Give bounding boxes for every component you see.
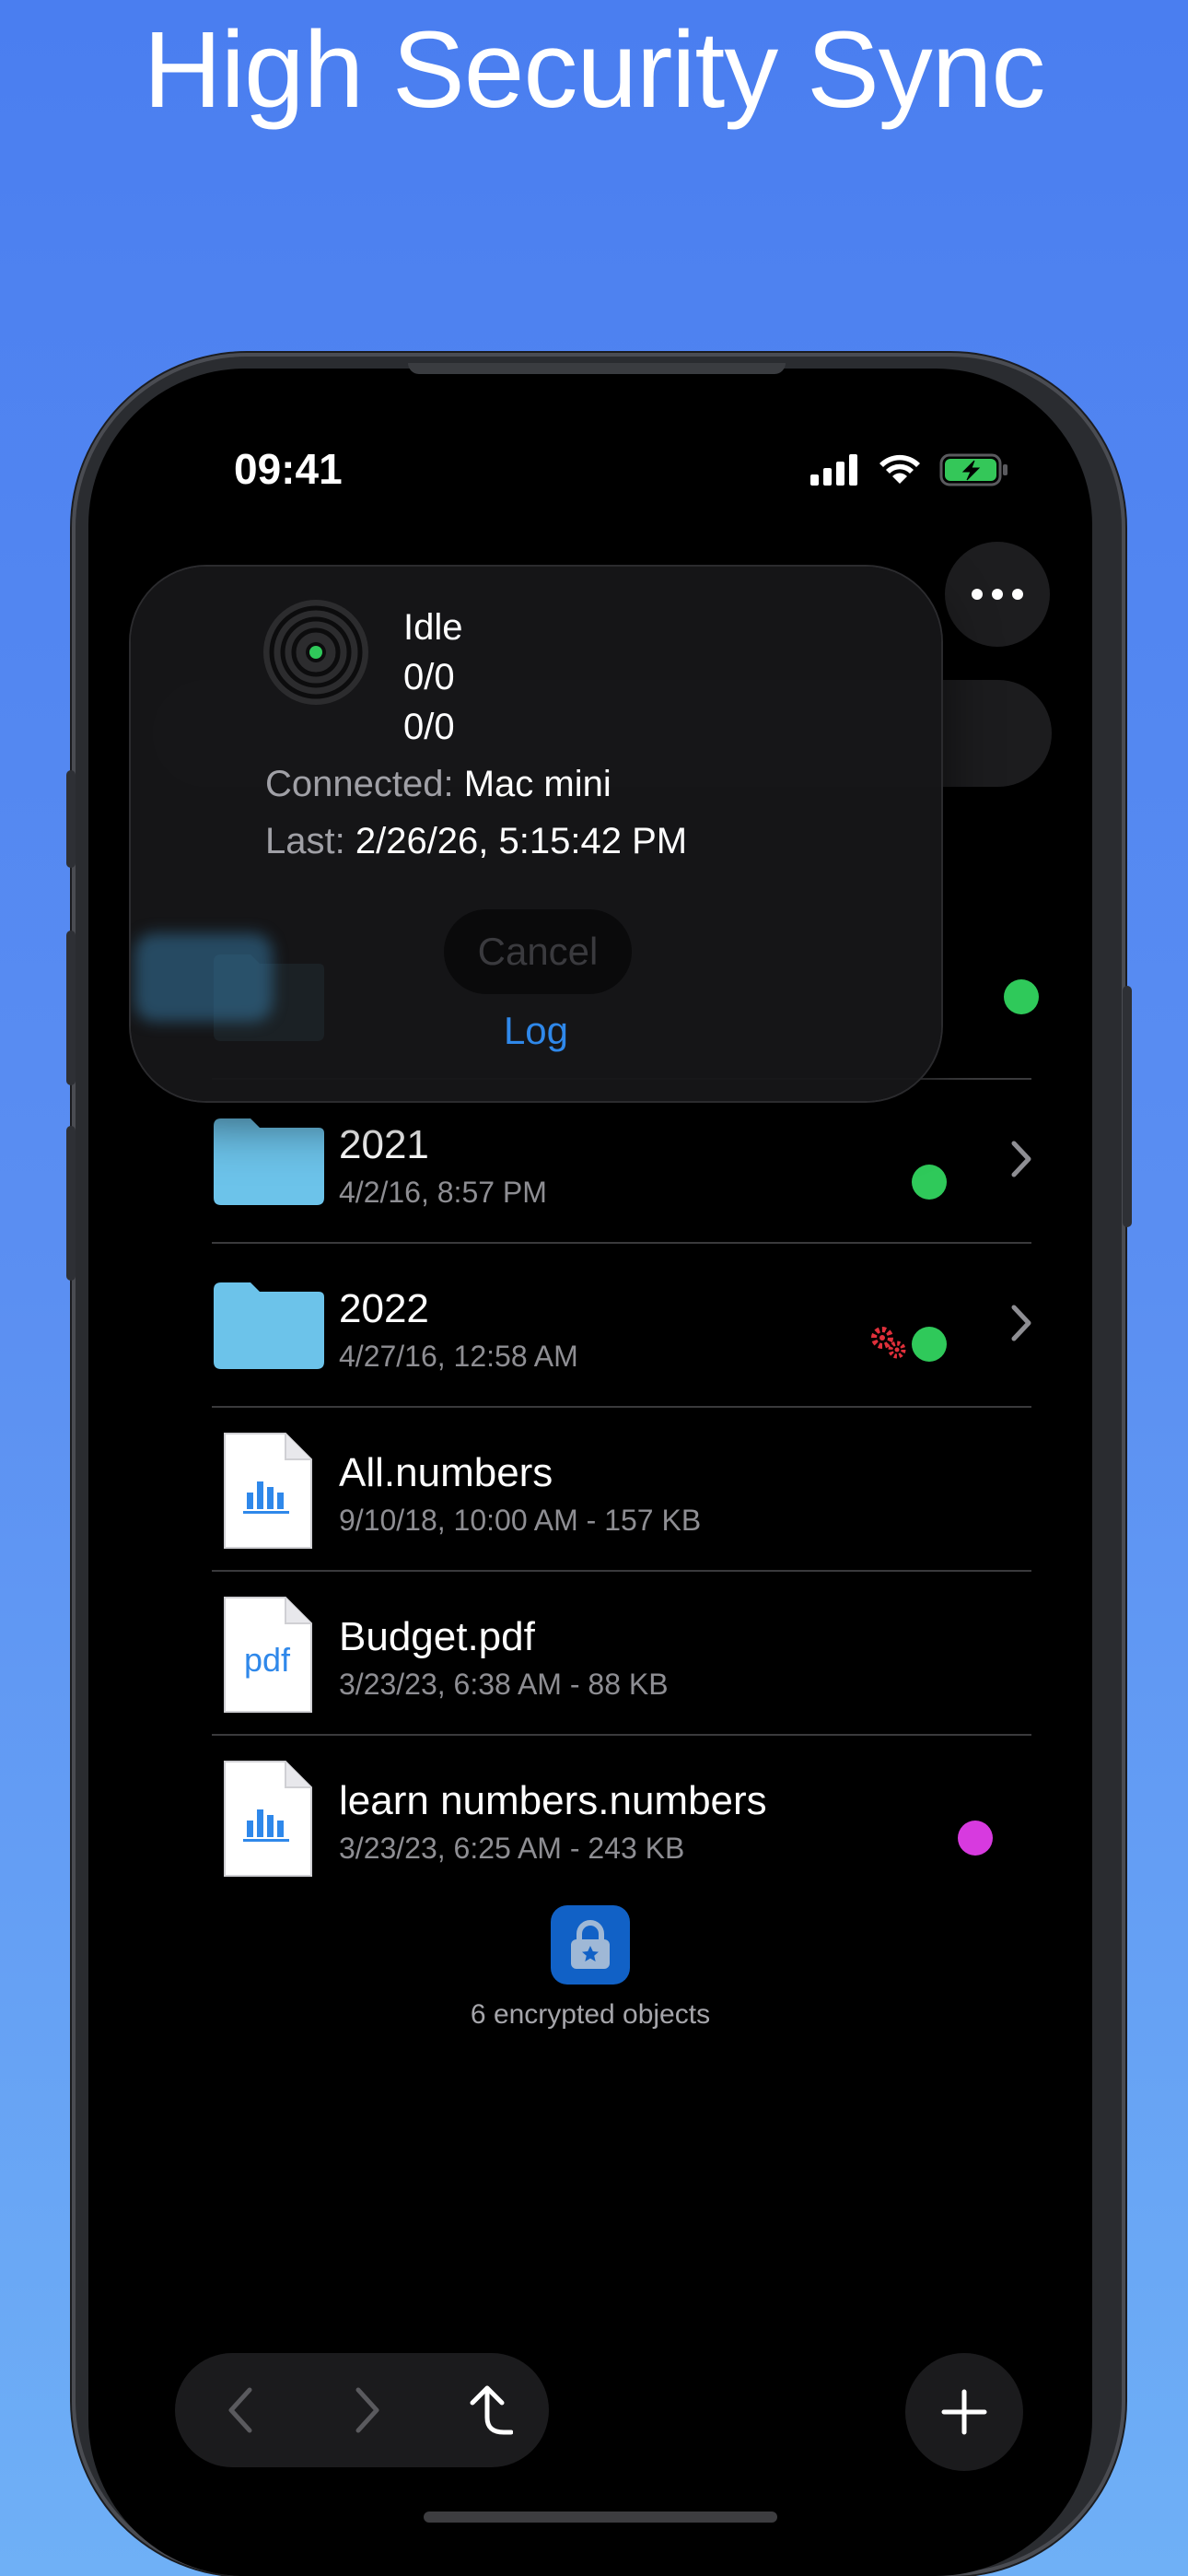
status-icons [810,453,1009,490]
sync-status-popup: Idle 0/0 0/0 Connected: Mac mini Last: 2… [131,567,941,1101]
encrypted-lock-icon [551,1905,630,1985]
status-dot-magenta [958,1821,993,1856]
sync-count-2: 0/0 [403,707,455,747]
folder-icon [214,1282,324,1369]
pdf-label: pdf [244,1641,291,1679]
add-button[interactable] [905,2353,1023,2471]
plus-icon [941,2389,987,2435]
home-indicator[interactable] [424,2512,777,2523]
last-label: Last: [265,821,345,861]
list-item[interactable]: All.numbers 9/10/18, 10:00 AM - 157 KB [147,1408,1031,1572]
connected-value: Mac mini [463,764,611,804]
connected-line: Connected: Mac mini [265,764,611,805]
parent-folder-button[interactable] [435,2353,545,2467]
item-meta: 4/27/16, 12:58 AM [339,1340,578,1373]
power-button [1123,986,1132,1227]
forward-icon [355,2387,379,2433]
item-meta: 3/23/23, 6:25 AM - 243 KB [339,1832,685,1865]
cancel-button[interactable]: Cancel [444,909,632,994]
gears-red-icon [871,1327,906,1359]
status-dot-green [912,1327,947,1362]
list-item[interactable]: 2022 4/27/16, 12:58 AM [147,1244,1031,1408]
status-dot-green [1004,979,1039,1014]
list-item[interactable]: pdf Budget.pdf 3/23/23, 6:38 AM - 88 KB [147,1572,1031,1736]
connected-label: Connected: [265,764,454,804]
folder-icon [214,1118,324,1205]
item-name: 2021 [339,1122,429,1167]
more-icon [972,589,1023,600]
navigation-controls [175,2353,549,2467]
sync-count-1: 0/0 [403,657,455,697]
phone-screen: 09:41 2021 4/2/16, 8:57 PM 2022 4/27/16,… [88,369,1092,2576]
sync-status-icon [263,600,368,705]
item-name: 2022 [339,1286,429,1331]
headline: High Security Sync [143,9,1046,131]
list-item[interactable]: 2021 4/2/16, 8:57 PM [147,1080,1031,1244]
speaker-grille [408,363,786,374]
mute-switch [66,770,76,868]
numbers-file-icon [224,1433,312,1549]
status-dot-green [912,1165,947,1200]
back-icon [228,2387,252,2433]
item-name: learn numbers.numbers [339,1778,767,1823]
chevron-right-icon [1011,1141,1031,1177]
item-meta: 3/23/23, 6:38 AM - 88 KB [339,1668,669,1701]
encrypted-count: 6 encrypted objects [470,1999,711,2030]
numbers-file-icon [224,1761,312,1877]
back-button[interactable] [184,2353,295,2467]
log-link[interactable]: Log [131,1009,941,1053]
forward-button[interactable] [313,2353,424,2467]
battery-charging-icon [939,453,1009,491]
list-item[interactable]: learn numbers.numbers 3/23/23, 6:25 AM -… [147,1736,1031,1900]
item-meta: 4/2/16, 8:57 PM [339,1176,547,1209]
cellular-signal-icon [810,453,860,490]
more-options-button[interactable] [945,542,1050,647]
pdf-file-icon: pdf [224,1597,312,1713]
last-sync-line: Last: 2/26/26, 5:15:42 PM [265,821,687,862]
item-meta: 9/10/18, 10:00 AM - 157 KB [339,1504,702,1537]
status-time: 09:41 [234,445,343,493]
parent-folder-icon [470,2385,513,2435]
chevron-right-icon [1011,1305,1031,1341]
volume-up-button [66,931,76,1085]
item-name: All.numbers [339,1450,553,1495]
wifi-icon [879,454,921,490]
volume-down-button [66,1126,76,1281]
last-value: 2/26/26, 5:15:42 PM [355,821,688,861]
item-name: Budget.pdf [339,1614,535,1659]
sync-state: Idle [403,607,463,648]
